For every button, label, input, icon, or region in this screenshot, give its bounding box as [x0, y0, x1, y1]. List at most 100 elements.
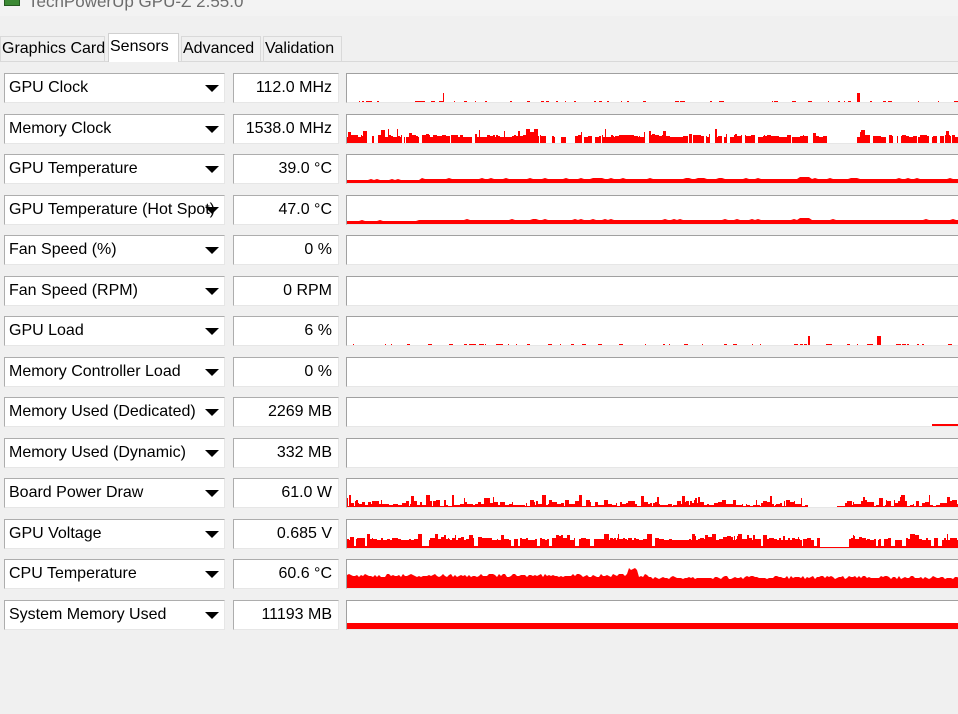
sensor-history-area: [347, 568, 958, 588]
tab-validation[interactable]: Validation: [263, 36, 342, 61]
sensor-select-fan-speed[interactable]: Fan Speed (%): [4, 235, 225, 265]
sensor-label: GPU Load: [9, 322, 84, 339]
sensor-row-memory-used-dynamic: Memory Used (Dynamic) 332 MB: [0, 438, 958, 468]
sensor-label: Memory Used (Dedicated): [9, 403, 196, 420]
sensor-row-board-power-draw: Board Power Draw 61.0 W: [0, 478, 958, 508]
sensor-history-plot: [347, 623, 958, 629]
sensor-label: Fan Speed (%): [9, 241, 117, 258]
sensor-graph-gpu-temperature-hot-spot: [346, 195, 958, 225]
gpu-z-app-icon: [4, 0, 20, 6]
dropdown-arrow-icon[interactable]: [205, 166, 219, 173]
sensor-label: Board Power Draw: [9, 484, 144, 501]
dropdown-arrow-icon[interactable]: [205, 369, 219, 376]
sensor-row-cpu-temperature: CPU Temperature 60.6 °C: [0, 559, 958, 589]
dropdown-arrow-icon[interactable]: [205, 571, 219, 578]
sensor-select-gpu-load[interactable]: GPU Load: [4, 316, 225, 346]
sensor-select-board-power-draw[interactable]: Board Power Draw: [4, 478, 225, 508]
sensor-value-gpu-temperature-hot-spot: 47.0 °C: [233, 195, 339, 225]
dropdown-arrow-icon[interactable]: [205, 612, 219, 619]
sensor-history-plot: [347, 129, 958, 143]
sensor-graph-board-power-draw: [346, 478, 958, 508]
sensor-history-plot: [352, 93, 958, 102]
sensor-row-memory-used-dedicated: Memory Used (Dedicated) 2269 MB: [0, 397, 958, 427]
dropdown-arrow-icon[interactable]: [205, 247, 219, 254]
sensor-select-memory-used-dynamic[interactable]: Memory Used (Dynamic): [4, 438, 225, 468]
sensor-history-plot: [347, 358, 958, 387]
sensor-select-memory-used-dedicated[interactable]: Memory Used (Dedicated): [4, 397, 225, 427]
sensor-label: CPU Temperature: [9, 565, 137, 582]
sensor-value-board-power-draw: 61.0 W: [233, 478, 339, 508]
sensor-history-plot: [347, 236, 958, 265]
sensor-history-area: [347, 129, 958, 143]
sensor-history-plot: [347, 277, 958, 306]
sensor-row-gpu-clock: GPU Clock 112.0 MHz: [0, 73, 958, 103]
sensor-select-gpu-temperature[interactable]: GPU Temperature: [4, 154, 225, 184]
sensor-history-area: [353, 336, 952, 345]
sensor-history-area: [347, 218, 958, 224]
tab-graphics-card[interactable]: Graphics Card: [0, 36, 105, 61]
sensor-history-area: [347, 495, 958, 507]
sensor-history-plot: [347, 568, 958, 588]
sensor-graph-gpu-load: [346, 316, 958, 346]
dropdown-arrow-icon[interactable]: [205, 490, 219, 497]
sensor-select-memory-controller-load[interactable]: Memory Controller Load: [4, 357, 225, 387]
sensor-graph-gpu-voltage: [346, 519, 958, 549]
sensor-select-gpu-clock[interactable]: GPU Clock: [4, 73, 225, 103]
sensor-select-system-memory-used[interactable]: System Memory Used: [4, 600, 225, 630]
title-bar: TechPowerUp GPU-Z 2.55.0: [0, 0, 958, 16]
sensor-select-memory-clock[interactable]: Memory Clock: [4, 114, 225, 144]
sensor-row-memory-clock: Memory Clock 1538.0 MHz: [0, 114, 958, 144]
sensor-history-area: [347, 623, 958, 629]
sensor-history-area: [352, 93, 958, 102]
sensor-graph-memory-clock: [346, 114, 958, 144]
sensor-select-fan-speed-rpm[interactable]: Fan Speed (RPM): [4, 276, 225, 306]
dropdown-arrow-icon[interactable]: [205, 450, 219, 457]
sensor-label: Memory Controller Load: [9, 363, 181, 380]
tab-advanced[interactable]: Advanced: [181, 36, 261, 61]
dropdown-arrow-icon[interactable]: [205, 328, 219, 335]
sensor-graph-gpu-clock: [346, 73, 958, 103]
sensor-select-cpu-temperature[interactable]: CPU Temperature: [4, 559, 225, 589]
sensor-label: Memory Used (Dynamic): [9, 444, 186, 461]
dropdown-arrow-icon[interactable]: [205, 126, 219, 133]
dropdown-arrow-icon[interactable]: [205, 288, 219, 295]
sensor-row-gpu-load: GPU Load 6 %: [0, 316, 958, 346]
sensor-value-memory-controller-load: 0 %: [233, 357, 339, 387]
sensor-graph-fan-speed-rpm: [346, 276, 958, 306]
sensor-value-fan-speed-rpm: 0 RPM: [233, 276, 339, 306]
dropdown-arrow-icon[interactable]: [205, 207, 219, 214]
sensor-history-plot: [347, 439, 958, 468]
sensor-graph-fan-speed: [346, 235, 958, 265]
sensor-row-fan-speed: Fan Speed (%) 0 %: [0, 235, 958, 265]
sensor-value-memory-used-dedicated: 2269 MB: [233, 397, 339, 427]
sensor-graph-cpu-temperature: [346, 559, 958, 589]
sensor-row-memory-controller-load: Memory Controller Load 0 %: [0, 357, 958, 387]
sensor-value-gpu-voltage: 0.685 V: [233, 519, 339, 549]
sensor-value-memory-used-dynamic: 332 MB: [233, 438, 339, 468]
sensor-history-plot: [347, 424, 958, 426]
sensor-row-gpu-temperature-hot-spot: GPU Temperature (Hot Spot) 47.0 °C: [0, 195, 958, 225]
sensor-history-plot: [347, 177, 958, 183]
dropdown-arrow-icon[interactable]: [205, 85, 219, 92]
sensor-row-system-memory-used: System Memory Used 11193 MB: [0, 600, 958, 630]
dropdown-arrow-icon[interactable]: [205, 531, 219, 538]
dropdown-arrow-icon[interactable]: [205, 409, 219, 416]
sensor-label: GPU Temperature: [9, 160, 138, 177]
sensor-select-gpu-temperature-hot-spot[interactable]: GPU Temperature (Hot Spot): [4, 195, 225, 225]
sensor-label: GPU Voltage: [9, 525, 102, 542]
sensor-graph-memory-controller-load: [346, 357, 958, 387]
sensor-value-gpu-temperature: 39.0 °C: [233, 154, 339, 184]
sensor-row-gpu-temperature: GPU Temperature 39.0 °C: [0, 154, 958, 184]
sensor-history-area: [347, 177, 958, 183]
sensor-value-fan-speed: 0 %: [233, 235, 339, 265]
sensor-history-plot: [347, 534, 958, 548]
sensor-graph-memory-used-dynamic: [346, 438, 958, 468]
sensor-graph-system-memory-used: [346, 600, 958, 630]
sensor-value-memory-clock: 1538.0 MHz: [233, 114, 339, 144]
sensor-row-fan-speed-rpm: Fan Speed (RPM) 0 RPM: [0, 276, 958, 306]
sensor-label: Fan Speed (RPM): [9, 282, 138, 299]
sensor-value-cpu-temperature: 60.6 °C: [233, 559, 339, 589]
sensor-select-gpu-voltage[interactable]: GPU Voltage: [4, 519, 225, 549]
tab-sensors[interactable]: Sensors: [108, 33, 179, 62]
sensor-value-system-memory-used: 11193 MB: [233, 600, 339, 630]
